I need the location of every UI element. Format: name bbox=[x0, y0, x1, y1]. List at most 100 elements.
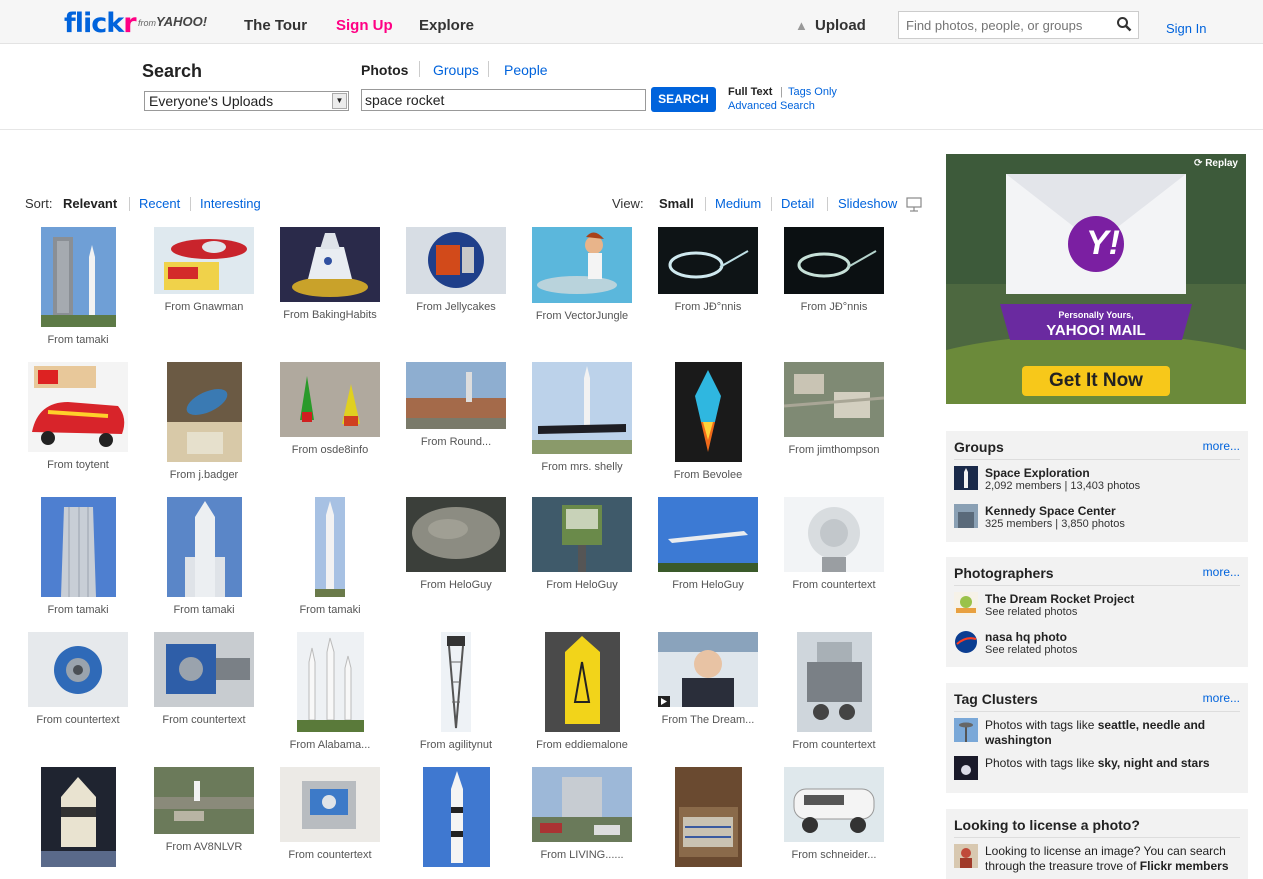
photo-result[interactable]: From tamaki bbox=[18, 497, 138, 616]
view-medium[interactable]: Medium bbox=[715, 196, 761, 211]
photographer-name[interactable]: nasa hq photo bbox=[985, 630, 1067, 644]
photo-thumbnail[interactable] bbox=[154, 767, 254, 834]
photo-thumbnail[interactable] bbox=[154, 632, 254, 707]
photo-thumbnail[interactable] bbox=[674, 767, 742, 867]
photo-thumbnail[interactable] bbox=[406, 227, 506, 294]
photo-result[interactable]: From Gnawman bbox=[144, 227, 264, 313]
photo-result[interactable]: From countertext bbox=[270, 767, 390, 861]
sign-in-link[interactable]: Sign In bbox=[1166, 21, 1206, 36]
top-search-input[interactable] bbox=[899, 12, 1104, 38]
photo-thumbnail[interactable] bbox=[280, 362, 380, 437]
photo-thumbnail[interactable] bbox=[166, 497, 242, 597]
search-tab-people[interactable]: People bbox=[504, 62, 548, 78]
photo-result[interactable]: From toytent bbox=[18, 362, 138, 471]
photo-result[interactable]: From schneider... bbox=[774, 767, 894, 861]
photo-result[interactable]: From tamaki bbox=[270, 497, 390, 616]
photo-result[interactable]: From osde8info bbox=[270, 362, 390, 456]
photo-result[interactable]: From AV8NLVR bbox=[144, 767, 264, 853]
view-slideshow[interactable]: Slideshow bbox=[838, 196, 897, 211]
photo-result[interactable]: From countertext bbox=[774, 497, 894, 591]
photo-thumbnail[interactable] bbox=[674, 362, 742, 462]
photo-result[interactable] bbox=[396, 767, 516, 874]
search-tab-photos[interactable]: Photos bbox=[361, 62, 408, 78]
photo-thumbnail[interactable] bbox=[154, 227, 254, 294]
photo-result[interactable] bbox=[18, 767, 138, 874]
photo-result[interactable]: From agilitynut bbox=[396, 632, 516, 751]
photo-result[interactable]: From JĐ°nnis bbox=[648, 227, 768, 313]
photo-result[interactable]: From j.badger bbox=[144, 362, 264, 481]
photo-thumbnail[interactable] bbox=[784, 227, 884, 294]
tag-clusters-more-link[interactable]: more... bbox=[1203, 691, 1240, 705]
photo-result[interactable]: From tamaki bbox=[18, 227, 138, 346]
search-button[interactable]: SEARCH bbox=[651, 87, 716, 112]
photo-result[interactable]: From tamaki bbox=[144, 497, 264, 616]
sort-interesting[interactable]: Interesting bbox=[200, 196, 261, 211]
nav-the-tour[interactable]: The Tour bbox=[244, 17, 307, 34]
photo-thumbnail[interactable] bbox=[406, 497, 506, 572]
photo-thumbnail[interactable] bbox=[28, 362, 128, 452]
photo-result[interactable]: From Round... bbox=[396, 362, 516, 448]
photo-result[interactable]: From HeloGuy bbox=[396, 497, 516, 591]
tag-cluster-item[interactable]: Photos with tags like seattle, needle an… bbox=[954, 718, 1240, 750]
photo-thumbnail[interactable] bbox=[544, 632, 620, 732]
advanced-search-link[interactable]: Advanced Search bbox=[728, 100, 815, 112]
photographer-related[interactable]: See related photos bbox=[985, 606, 1077, 618]
photo-result[interactable]: From VectorJungle bbox=[522, 227, 642, 322]
photo-result[interactable]: From BakingHabits bbox=[270, 227, 390, 321]
photo-result[interactable]: From JĐ°nnis bbox=[774, 227, 894, 313]
upload-link[interactable]: ▲ Upload bbox=[795, 17, 866, 34]
photo-result[interactable]: From Bevolee bbox=[648, 362, 768, 481]
photo-thumbnail[interactable] bbox=[280, 227, 380, 302]
photo-thumbnail[interactable] bbox=[441, 632, 471, 732]
photo-result[interactable]: From HeloGuy bbox=[648, 497, 768, 591]
search-icon[interactable] bbox=[1116, 16, 1132, 32]
photo-thumbnail[interactable] bbox=[40, 227, 116, 327]
photo-result[interactable]: From Jellycakes bbox=[396, 227, 516, 313]
photo-result[interactable]: From mrs. shelly bbox=[522, 362, 642, 473]
photo-thumbnail[interactable] bbox=[296, 632, 364, 732]
tag-cluster-text[interactable]: Photos with tags like sky, night and sta… bbox=[985, 756, 1240, 771]
photo-result[interactable]: From countertext bbox=[18, 632, 138, 726]
search-scope-select[interactable]: Everyone's Uploads ▼ bbox=[144, 91, 349, 111]
tag-cluster-text[interactable]: Photos with tags like seattle, needle an… bbox=[985, 718, 1240, 748]
photo-result[interactable]: From countertext bbox=[774, 632, 894, 751]
photo-thumbnail[interactable] bbox=[40, 767, 116, 867]
photographer-name[interactable]: The Dream Rocket Project bbox=[985, 592, 1134, 606]
yahoo-mail-ad[interactable]: ⟳ Replay Y! Personally Yours, YAHOO! MAI… bbox=[946, 154, 1246, 404]
photo-thumbnail[interactable] bbox=[658, 632, 758, 707]
groups-more-link[interactable]: more... bbox=[1203, 439, 1240, 453]
photo-result[interactable]: From Alabama... bbox=[270, 632, 390, 751]
photo-result[interactable]: From The Dream... bbox=[648, 632, 768, 726]
photo-thumbnail[interactable] bbox=[658, 497, 758, 572]
flickr-logo[interactable]: flickr bbox=[64, 8, 137, 39]
view-detail[interactable]: Detail bbox=[781, 196, 814, 211]
photo-thumbnail[interactable] bbox=[658, 227, 758, 294]
nav-explore[interactable]: Explore bbox=[419, 17, 474, 34]
photo-result[interactable]: From LIVING...... bbox=[522, 767, 642, 861]
photo-thumbnail[interactable] bbox=[796, 632, 872, 732]
photo-thumbnail[interactable] bbox=[532, 497, 632, 572]
sort-recent[interactable]: Recent bbox=[139, 196, 180, 211]
search-tab-groups[interactable]: Groups bbox=[433, 62, 479, 78]
photo-thumbnail[interactable] bbox=[532, 767, 632, 842]
search-query-input[interactable] bbox=[361, 89, 646, 111]
photo-thumbnail[interactable] bbox=[532, 362, 632, 454]
photo-thumbnail[interactable] bbox=[166, 362, 242, 462]
photo-thumbnail[interactable] bbox=[40, 497, 116, 597]
photo-result[interactable]: From countertext bbox=[144, 632, 264, 726]
photo-thumbnail[interactable] bbox=[280, 767, 380, 842]
photo-thumbnail[interactable] bbox=[422, 767, 490, 867]
photo-result[interactable]: From HeloGuy bbox=[522, 497, 642, 591]
photographer-related[interactable]: See related photos bbox=[985, 644, 1077, 656]
photo-result[interactable]: From jimthompson bbox=[774, 362, 894, 456]
license-bold[interactable]: Flickr members bbox=[1140, 859, 1229, 873]
photo-thumbnail[interactable] bbox=[784, 362, 884, 437]
photo-result[interactable] bbox=[648, 767, 768, 874]
view-small[interactable]: Small bbox=[659, 196, 694, 211]
photo-result[interactable]: From eddiemalone bbox=[522, 632, 642, 751]
photo-thumbnail[interactable] bbox=[315, 497, 345, 597]
photo-thumbnail[interactable] bbox=[406, 362, 506, 429]
full-text-option[interactable]: Full Text bbox=[728, 86, 772, 98]
nav-sign-up[interactable]: Sign Up bbox=[336, 17, 393, 34]
ad-replay[interactable]: ⟳ Replay bbox=[1194, 158, 1238, 169]
